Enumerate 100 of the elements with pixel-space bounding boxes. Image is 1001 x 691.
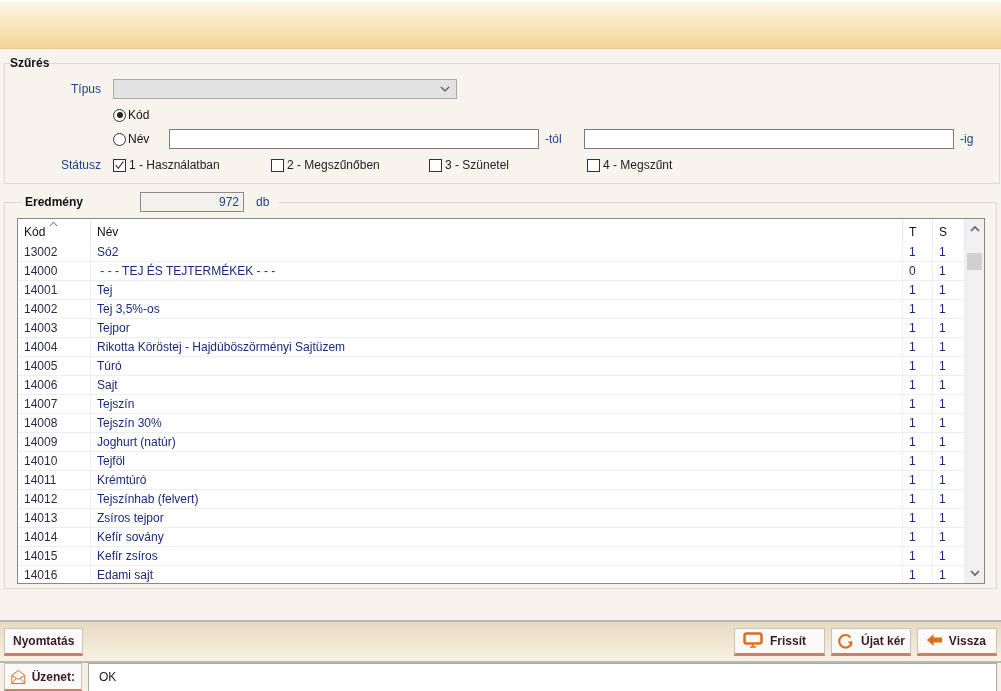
column-title: Név bbox=[97, 225, 119, 239]
table-cell: 1 bbox=[903, 490, 933, 509]
table-cell: 1 bbox=[903, 395, 933, 414]
from-field[interactable] bbox=[169, 129, 539, 149]
table-cell: 14005 bbox=[18, 357, 91, 376]
table-cell: Tejszínhab (felvert) bbox=[91, 490, 903, 509]
sort-ascending-icon bbox=[49, 221, 59, 227]
checkbox-label: 2 - Megszűnőben bbox=[287, 158, 380, 172]
field-label: Típus bbox=[70, 82, 102, 96]
table-cell: Tej bbox=[91, 281, 903, 300]
field-suffix: -tól bbox=[544, 132, 563, 146]
status-checkbox[interactable]: 3 - Szünetel bbox=[429, 158, 587, 172]
message-field: OK bbox=[88, 663, 997, 691]
count-field: 972 bbox=[140, 192, 244, 212]
chevron-down-icon bbox=[440, 86, 450, 92]
table-cell: Kefír sovány bbox=[91, 528, 903, 547]
table-cell: 1 bbox=[903, 433, 933, 452]
table-cell: Krémtúró bbox=[91, 471, 903, 490]
toolbar-button[interactable]: Frissít bbox=[734, 627, 825, 656]
table-cell: Sajt bbox=[91, 376, 903, 395]
toolbar-button[interactable]: Újat kér bbox=[831, 627, 911, 656]
table-cell: 14009 bbox=[18, 433, 91, 452]
monitor-icon bbox=[743, 632, 763, 649]
table-cell: 1 bbox=[903, 300, 933, 319]
table-cell: 1 bbox=[903, 471, 933, 490]
table-cell: 1 bbox=[903, 509, 933, 528]
scroll-up-icon bbox=[970, 225, 980, 233]
table-cell: 14007 bbox=[18, 395, 91, 414]
table-cell: 14008 bbox=[18, 414, 91, 433]
scroll-thumb[interactable] bbox=[967, 253, 982, 270]
table-cell: 1 bbox=[903, 547, 933, 566]
column-header[interactable]: Név bbox=[91, 219, 903, 243]
checkbox[interactable] bbox=[271, 158, 284, 172]
checkbox[interactable] bbox=[429, 158, 442, 172]
to-field[interactable] bbox=[584, 129, 954, 149]
table-cell: 1 bbox=[903, 376, 933, 395]
column-title: S bbox=[939, 225, 947, 239]
radio-option[interactable]: Kód bbox=[113, 108, 169, 122]
table-cell: Kefír zsíros bbox=[91, 547, 903, 566]
checkbox-label: 4 - Megszűnt bbox=[603, 158, 673, 172]
column-title: T bbox=[909, 225, 917, 239]
section-title: Szűrés bbox=[10, 56, 50, 70]
table-cell: 1 bbox=[903, 566, 933, 583]
column-header[interactable]: T bbox=[903, 219, 933, 243]
radio-label: Név bbox=[128, 132, 150, 146]
checkmark-icon bbox=[114, 159, 125, 171]
table-cell: 0 bbox=[903, 262, 933, 281]
table-cell: - - - TEJ ÉS TEJTERMÉKEK - - - bbox=[91, 262, 903, 281]
table-cell: 14001 bbox=[18, 281, 91, 300]
radio-option[interactable]: Név bbox=[113, 132, 169, 146]
table-cell: 1 bbox=[903, 338, 933, 357]
table-cell: 13002 bbox=[18, 243, 91, 262]
table-cell: Tejföl bbox=[91, 452, 903, 471]
toolbar-button[interactable]: Nyomtatás bbox=[4, 627, 84, 656]
scrollbar[interactable] bbox=[965, 219, 984, 583]
table-cell: Só2 bbox=[91, 243, 903, 262]
table-cell: 1 bbox=[903, 528, 933, 547]
table-cell: Edami sajt bbox=[91, 566, 903, 583]
table-cell: Tejszín 30% bbox=[91, 414, 903, 433]
table-cell: 14010 bbox=[18, 452, 91, 471]
envelope-icon bbox=[11, 667, 26, 686]
column-header[interactable]: Kód bbox=[18, 219, 91, 243]
table-cell: 14000 bbox=[18, 262, 91, 281]
table-cell: 14012 bbox=[18, 490, 91, 509]
radio-button[interactable] bbox=[113, 132, 126, 146]
checkbox-label: 3 - Szünetel bbox=[445, 158, 510, 172]
field-suffix: -ig bbox=[959, 132, 975, 146]
table-cell: 14014 bbox=[18, 528, 91, 547]
checkbox[interactable] bbox=[113, 158, 126, 172]
table-cell: 14011 bbox=[18, 471, 91, 490]
scroll-down-icon bbox=[970, 569, 980, 577]
table-cell: 14002 bbox=[18, 300, 91, 319]
refresh-icon bbox=[837, 632, 855, 649]
table-cell: 14015 bbox=[18, 547, 91, 566]
message-button[interactable]: Üzenet: bbox=[4, 663, 82, 691]
status-checkbox[interactable]: 4 - Megszűnt bbox=[587, 158, 745, 172]
radio-label: Kód bbox=[128, 108, 150, 122]
toolbar-button[interactable]: Vissza bbox=[917, 627, 997, 656]
table-cell: 14004 bbox=[18, 338, 91, 357]
table-cell: 1 bbox=[903, 243, 933, 262]
table-cell: Tej 3,5%-os bbox=[91, 300, 903, 319]
table-cell: 14006 bbox=[18, 376, 91, 395]
table-cell: 1 bbox=[903, 281, 933, 300]
table-cell: Joghurt (natúr) bbox=[91, 433, 903, 452]
column-title: Kód bbox=[24, 225, 46, 239]
field-label: Státusz bbox=[59, 158, 102, 172]
table-cell: Tejpor bbox=[91, 319, 903, 338]
table-cell: 14016 bbox=[18, 566, 91, 583]
status-checkbox[interactable]: 2 - Megszűnőben bbox=[271, 158, 429, 172]
table-cell: 1 bbox=[903, 319, 933, 338]
status-checkbox[interactable]: 1 - Használatban bbox=[113, 158, 271, 172]
table-cell: 14003 bbox=[18, 319, 91, 338]
checkbox[interactable] bbox=[587, 158, 600, 172]
table-cell: Túró bbox=[91, 357, 903, 376]
unit-label: db bbox=[255, 195, 271, 209]
section-title: Eredmény bbox=[24, 195, 85, 209]
table-cell: Tejszín bbox=[91, 395, 903, 414]
radio-button[interactable] bbox=[113, 108, 126, 122]
table-cell: 1 bbox=[903, 357, 933, 376]
checkbox-label: 1 - Használatban bbox=[129, 158, 220, 172]
